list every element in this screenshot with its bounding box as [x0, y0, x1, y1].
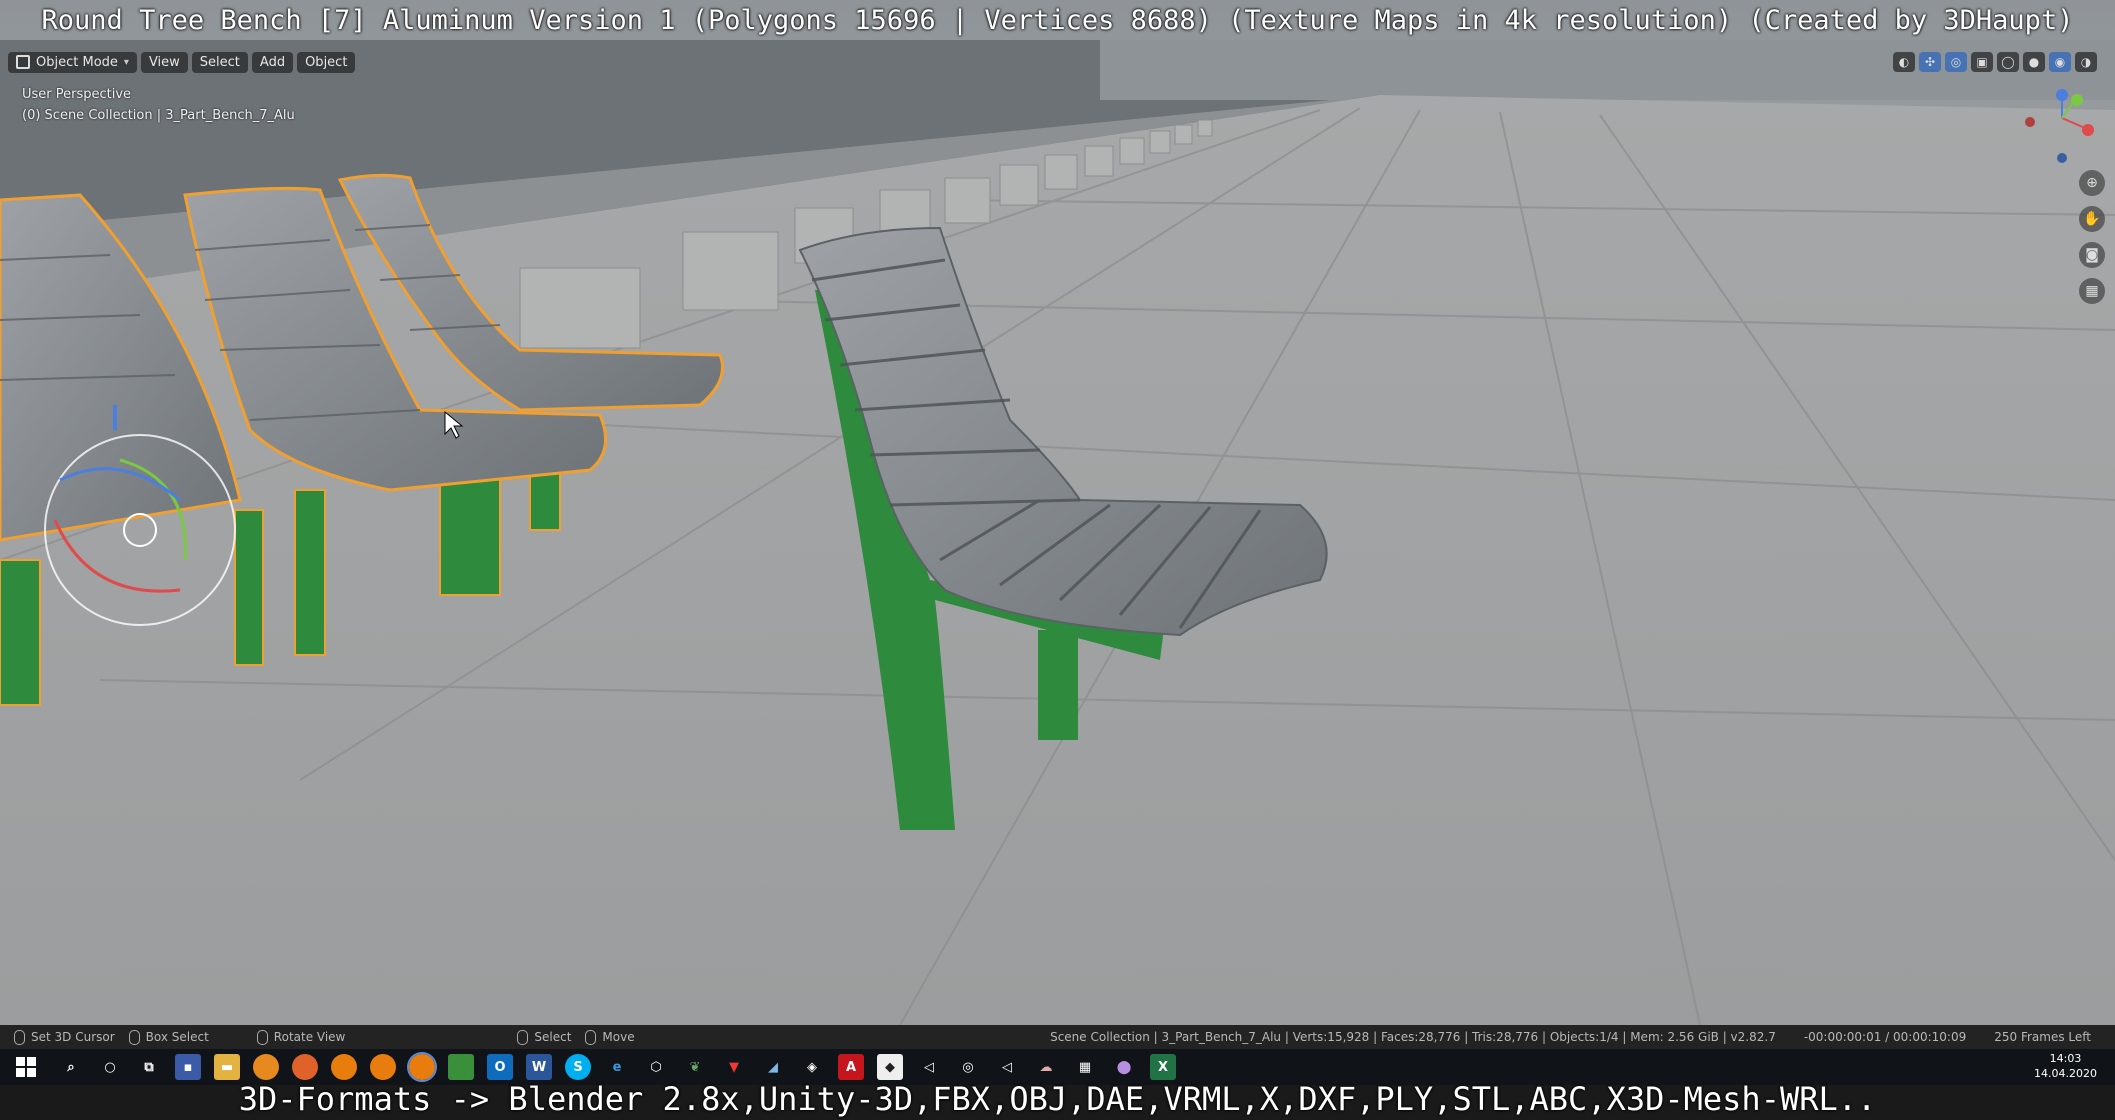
box-icon[interactable]: ⬡: [643, 1054, 669, 1080]
skype-icon[interactable]: S: [565, 1054, 591, 1080]
3d-viewport[interactable]: Round Tree Bench [7] Aluminum Version 1 …: [0, 0, 2115, 1025]
timecode: -00:00:00:01 / 00:00:10:09: [1803, 1030, 1967, 1044]
status-set-cursor: Set 3D Cursor: [14, 1029, 115, 1045]
sheet-icon[interactable]: [448, 1054, 474, 1080]
status-move: Move: [585, 1029, 635, 1045]
viewport-header: Object Mode ▾ View Select Add Object: [8, 50, 356, 74]
search-icon[interactable]: ⌕: [58, 1054, 84, 1080]
mouse-icon: [128, 1029, 140, 1045]
menu-select[interactable]: Select: [191, 51, 248, 73]
menu-add[interactable]: Add: [251, 51, 294, 73]
status-label: Move: [602, 1030, 635, 1044]
status-box-select: Box Select: [128, 1029, 209, 1045]
leaf-icon[interactable]: ❦: [682, 1054, 708, 1080]
task-view-icon[interactable]: ⧉: [136, 1054, 162, 1080]
unity-icon[interactable]: ◁: [994, 1054, 1020, 1080]
menu-view[interactable]: View: [140, 51, 188, 73]
windows-start-icon[interactable]: [16, 1057, 36, 1077]
rendered-shading-icon[interactable]: ◑: [2075, 52, 2097, 72]
gizmo-toggle-icon[interactable]: ✣: [1919, 52, 1941, 72]
scene-stats: Scene Collection | 3_Part_Bench_7_Alu | …: [1050, 1030, 1776, 1044]
cortana-icon[interactable]: ○: [97, 1054, 123, 1080]
collection-label: (0) Scene Collection | 3_Part_Bench_7_Al…: [22, 108, 295, 123]
formats-overlay: 3D-Formats -> Blender 2.8x,Unity-3D,FBX,…: [238, 1080, 1877, 1118]
acrobat-icon[interactable]: A: [838, 1054, 864, 1080]
overlay-toggle-icon[interactable]: ◎: [1945, 52, 1967, 72]
edge-icon[interactable]: e: [604, 1054, 630, 1080]
mouse-icon: [517, 1029, 529, 1045]
outlook-icon[interactable]: O: [487, 1054, 513, 1080]
material-shading-icon[interactable]: ◉: [2049, 52, 2071, 72]
blender-icon[interactable]: [370, 1054, 396, 1080]
zoom-icon[interactable]: ⊕: [2079, 170, 2105, 196]
grid-icon[interactable]: ▦: [2079, 278, 2105, 304]
chevron-down-icon: ▾: [123, 56, 129, 68]
xray-icon[interactable]: ▣: [1971, 52, 1993, 72]
media-icon[interactable]: ◆: [877, 1054, 903, 1080]
scene-render: [0, 40, 2115, 1025]
status-label: Select: [534, 1030, 572, 1044]
unity-icon[interactable]: ◈: [799, 1054, 825, 1080]
mouse-icon: [585, 1029, 597, 1045]
save-icon[interactable]: ▪: [175, 1054, 201, 1080]
cloud-icon[interactable]: ☁: [1033, 1054, 1059, 1080]
wireframe-shading-icon[interactable]: ◯: [1997, 52, 2019, 72]
status-label: Set 3D Cursor: [31, 1030, 115, 1044]
excel-icon[interactable]: X: [1150, 1054, 1176, 1080]
status-label: Rotate View: [273, 1030, 346, 1044]
mouse-icon: [256, 1029, 268, 1045]
folder-icon[interactable]: ▬: [214, 1054, 240, 1080]
menu-object[interactable]: Object: [297, 51, 356, 73]
shape-icon[interactable]: ◢: [760, 1054, 786, 1080]
obs-icon[interactable]: ◎: [955, 1054, 981, 1080]
pan-hand-icon[interactable]: ✋: [2079, 206, 2105, 232]
flame-icon[interactable]: [253, 1054, 279, 1080]
firefox-icon[interactable]: [292, 1054, 318, 1080]
status-bar: Set 3D Cursor Box Select Rotate View Sel…: [0, 1025, 2115, 1049]
blender-icon[interactable]: [331, 1054, 357, 1080]
camera-icon[interactable]: ◙: [2079, 242, 2105, 268]
perspective-label: User Perspective: [22, 87, 132, 102]
viewport-info: User Perspective (0) Scene Collection | …: [22, 84, 295, 126]
visibility-icon[interactable]: ◐: [1893, 52, 1915, 72]
map-icon[interactable]: ⬤: [1111, 1054, 1137, 1080]
blender-icon[interactable]: [407, 1052, 437, 1082]
clock-time: 14:03: [2049, 1052, 2082, 1065]
mouse-icon: [14, 1029, 25, 1045]
status-label: Box Select: [145, 1030, 209, 1044]
status-rotate-view: Rotate View: [256, 1029, 346, 1045]
status-select: Select: [517, 1029, 572, 1045]
mode-dropdown[interactable]: Object Mode ▾: [8, 51, 137, 73]
unity-icon[interactable]: ◁: [916, 1054, 942, 1080]
video-title-overlay: Round Tree Bench [7] Aluminum Version 1 …: [41, 4, 2074, 36]
object-mode-icon: [16, 55, 30, 69]
solid-shading-icon[interactable]: ●: [2023, 52, 2045, 72]
system-clock[interactable]: 14:03 14.04.2020: [2034, 1051, 2097, 1081]
viewport-shading-tools: ◐ ✣ ◎ ▣ ◯ ● ◉ ◑: [1893, 50, 2097, 74]
frames-left: 250 Frames Left: [1994, 1030, 2091, 1044]
calculator-icon[interactable]: ▦: [1072, 1054, 1098, 1080]
navigation-controls: ⊕ ✋ ◙ ▦: [2079, 170, 2105, 304]
vivaldi-icon[interactable]: ▼: [721, 1054, 747, 1080]
mode-label: Object Mode: [36, 54, 118, 70]
word-icon[interactable]: W: [526, 1054, 552, 1080]
